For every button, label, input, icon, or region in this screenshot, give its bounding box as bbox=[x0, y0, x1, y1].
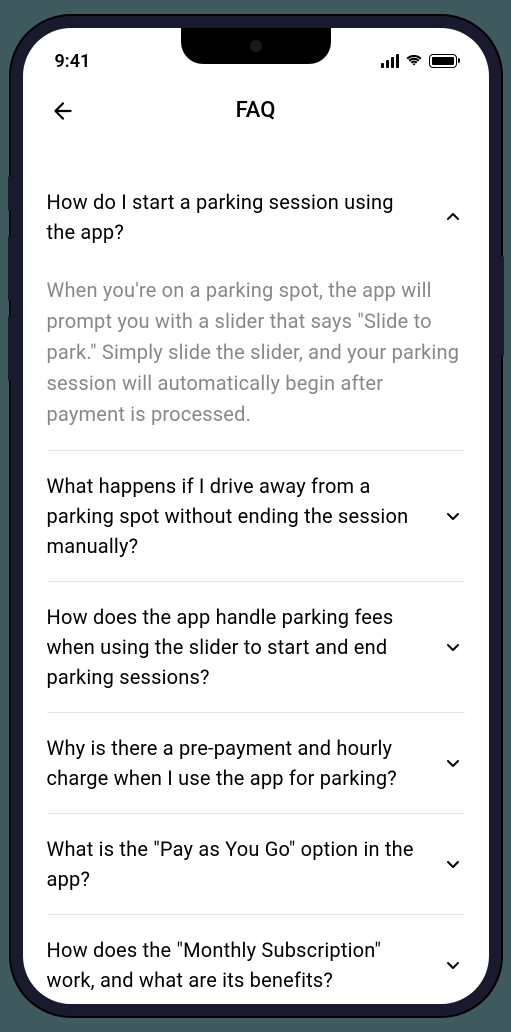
side-button bbox=[500, 256, 504, 356]
back-button[interactable] bbox=[47, 95, 79, 127]
faq-item: How does the "Monthly Subscription" work… bbox=[47, 915, 465, 1004]
side-button bbox=[8, 176, 12, 211]
cellular-signal-icon bbox=[381, 54, 399, 68]
faq-question-text: How do I start a parking session using t… bbox=[47, 187, 425, 247]
side-button bbox=[8, 236, 12, 301]
faq-item: What is the "Pay as You Go" option in th… bbox=[47, 814, 465, 915]
status-time: 9:41 bbox=[55, 51, 91, 72]
side-button bbox=[8, 316, 12, 381]
phone-screen: 9:41 bbox=[23, 28, 489, 1004]
faq-question-text: What is the "Pay as You Go" option in th… bbox=[47, 834, 425, 894]
wifi-icon bbox=[405, 52, 423, 71]
faq-question-text: How does the app handle parking fees whe… bbox=[47, 602, 425, 692]
faq-item: What happens if I drive away from a park… bbox=[47, 451, 465, 582]
battery-icon bbox=[429, 54, 457, 68]
notch bbox=[181, 28, 331, 64]
faq-question-row[interactable]: What is the "Pay as You Go" option in th… bbox=[47, 814, 465, 914]
chevron-down-icon bbox=[441, 751, 465, 775]
phone-frame: 9:41 bbox=[11, 16, 501, 1016]
chevron-down-icon bbox=[441, 852, 465, 876]
faq-item: Why is there a pre-payment and hourly ch… bbox=[47, 713, 465, 814]
faq-answer-text: When you're on a parking spot, the app w… bbox=[47, 261, 465, 450]
faq-question-text: What happens if I drive away from a park… bbox=[47, 471, 425, 561]
chevron-down-icon bbox=[441, 953, 465, 977]
faq-item: How do I start a parking session using t… bbox=[47, 167, 465, 451]
faq-question-row[interactable]: How do I start a parking session using t… bbox=[47, 167, 465, 261]
page-title: FAQ bbox=[47, 98, 465, 123]
status-icons bbox=[381, 52, 457, 71]
chevron-down-icon bbox=[441, 504, 465, 528]
header: FAQ bbox=[23, 84, 489, 147]
faq-question-row[interactable]: Why is there a pre-payment and hourly ch… bbox=[47, 713, 465, 813]
arrow-left-icon bbox=[50, 98, 76, 124]
faq-question-text: How does the "Monthly Subscription" work… bbox=[47, 935, 425, 995]
chevron-up-icon bbox=[441, 205, 465, 229]
faq-list: How do I start a parking session using t… bbox=[23, 147, 489, 1004]
chevron-down-icon bbox=[441, 635, 465, 659]
faq-question-row[interactable]: How does the "Monthly Subscription" work… bbox=[47, 915, 465, 1004]
faq-item: How does the app handle parking fees whe… bbox=[47, 582, 465, 713]
faq-question-row[interactable]: How does the app handle parking fees whe… bbox=[47, 582, 465, 712]
faq-question-row[interactable]: What happens if I drive away from a park… bbox=[47, 451, 465, 581]
faq-question-text: Why is there a pre-payment and hourly ch… bbox=[47, 733, 425, 793]
